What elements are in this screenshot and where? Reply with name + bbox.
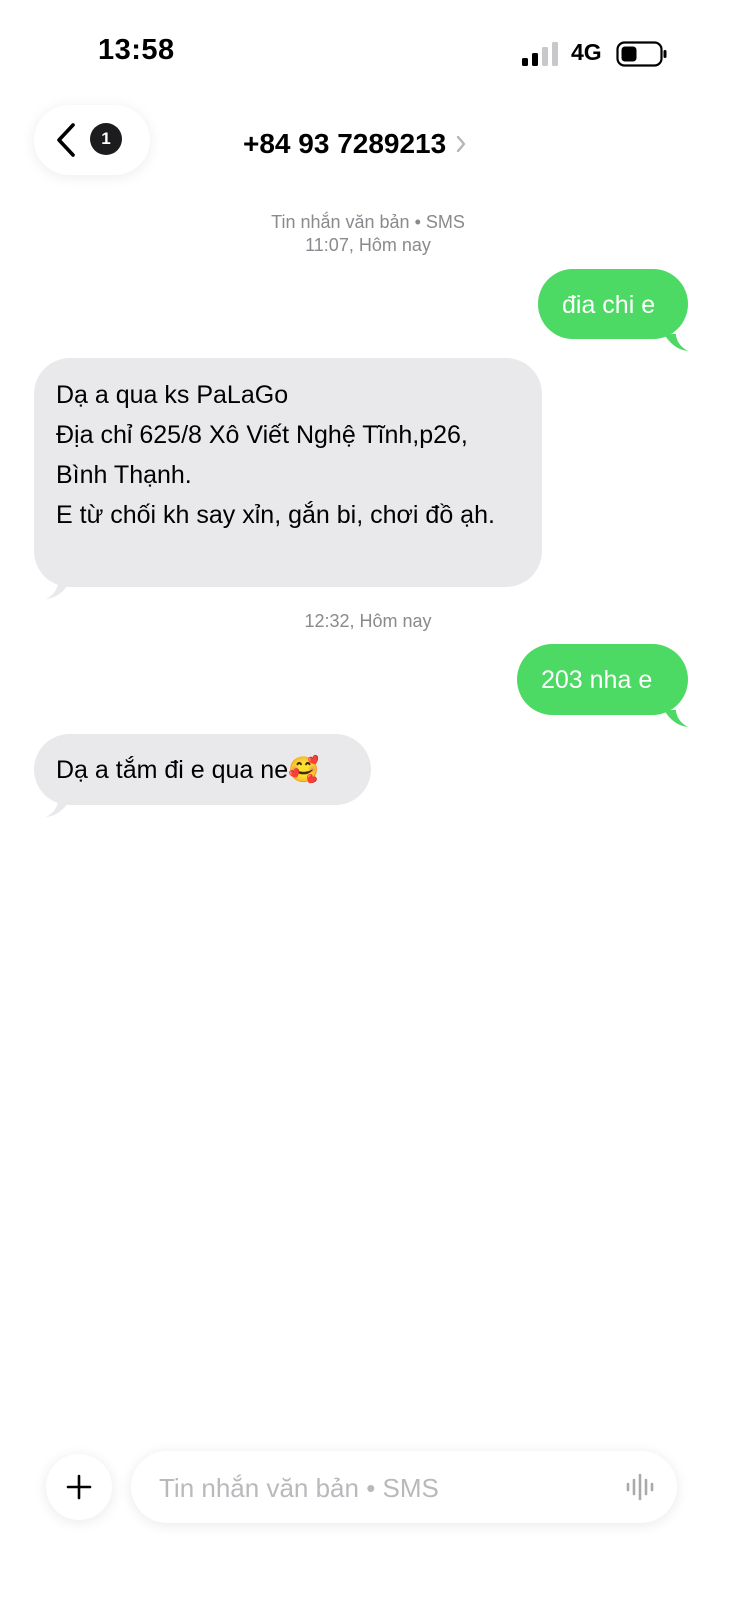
network-type-label: 4G [571, 39, 602, 65]
outgoing-message[interactable]: đia chi e [538, 269, 688, 339]
message-service-label: Tin nhắn văn bản • SMS [271, 212, 465, 232]
contact-name-button[interactable]: +84 93 7289213 [243, 128, 466, 160]
unread-count-badge: 1 [90, 123, 122, 155]
chevron-right-icon [457, 135, 466, 153]
voice-waveform-icon[interactable] [625, 1471, 657, 1503]
message-text: đia chi e [562, 291, 656, 319]
battery-icon [616, 41, 667, 67]
plus-icon [66, 1474, 92, 1500]
message-text: 203 nha e [541, 666, 653, 694]
message-text: Dạ a tắm đi e qua ne🥰 [56, 756, 320, 784]
status-bar: 13:58 4G [0, 0, 736, 100]
outgoing-message[interactable]: 203 nha e [517, 644, 688, 715]
bubble-tail [46, 800, 70, 817]
bubble-tail [664, 710, 688, 727]
contact-phone-number: +84 93 7289213 [243, 128, 447, 159]
cellular-signal-icon [522, 42, 558, 66]
status-time: 13:58 [98, 34, 175, 66]
timestamp-label: 11:07, Hôm nay [305, 235, 431, 255]
message-text: Dạ a qua ks PaLaGo Địa chỉ 625/8 Xô Viết… [56, 381, 495, 529]
message-composer [131, 1451, 677, 1525]
add-attachment-button[interactable] [46, 1454, 112, 1520]
message-input[interactable] [157, 1451, 601, 1525]
timestamp-label: 12:32, Hôm nay [304, 611, 432, 631]
incoming-message[interactable]: Dạ a qua ks PaLaGo Địa chỉ 625/8 Xô Viết… [34, 358, 542, 587]
chevron-left-icon [57, 123, 75, 157]
back-button[interactable]: 1 [34, 105, 150, 175]
bubble-tail [46, 582, 70, 599]
bubble-tail [664, 334, 688, 351]
incoming-message[interactable]: Dạ a tắm đi e qua ne🥰 [34, 734, 371, 805]
